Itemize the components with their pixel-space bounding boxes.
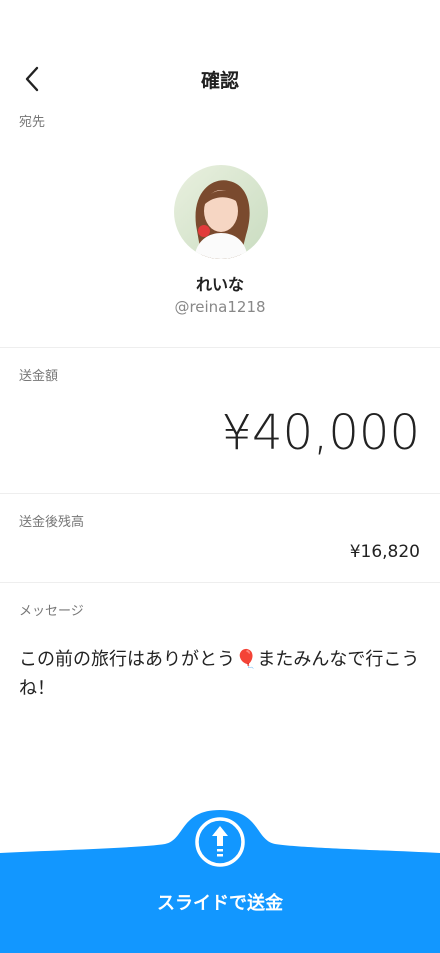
balance-label: 送金後残高 <box>19 515 85 530</box>
message-text: この前の旅行はありがとう🎈またみんなで行こうね！ <box>19 649 420 699</box>
slide-arrow-up-icon[interactable] <box>193 815 247 869</box>
recipient-label: 宛先 <box>19 115 46 130</box>
header: 確認 <box>0 58 440 98</box>
recipient-handle: @reina1218 <box>174 298 266 316</box>
avatar <box>174 165 268 259</box>
message-label: メッセージ <box>19 604 84 619</box>
amount-value: ¥40,000 <box>221 405 421 461</box>
divider <box>0 493 440 494</box>
amount-label: 送金額 <box>19 369 59 384</box>
page-title: 確認 <box>200 70 239 92</box>
recipient-name: れいな <box>195 275 244 294</box>
slide-to-send-label: スライドで送金 <box>157 893 283 914</box>
divider <box>0 582 440 583</box>
balance-value: ¥16,820 <box>349 542 420 562</box>
divider <box>0 347 440 348</box>
